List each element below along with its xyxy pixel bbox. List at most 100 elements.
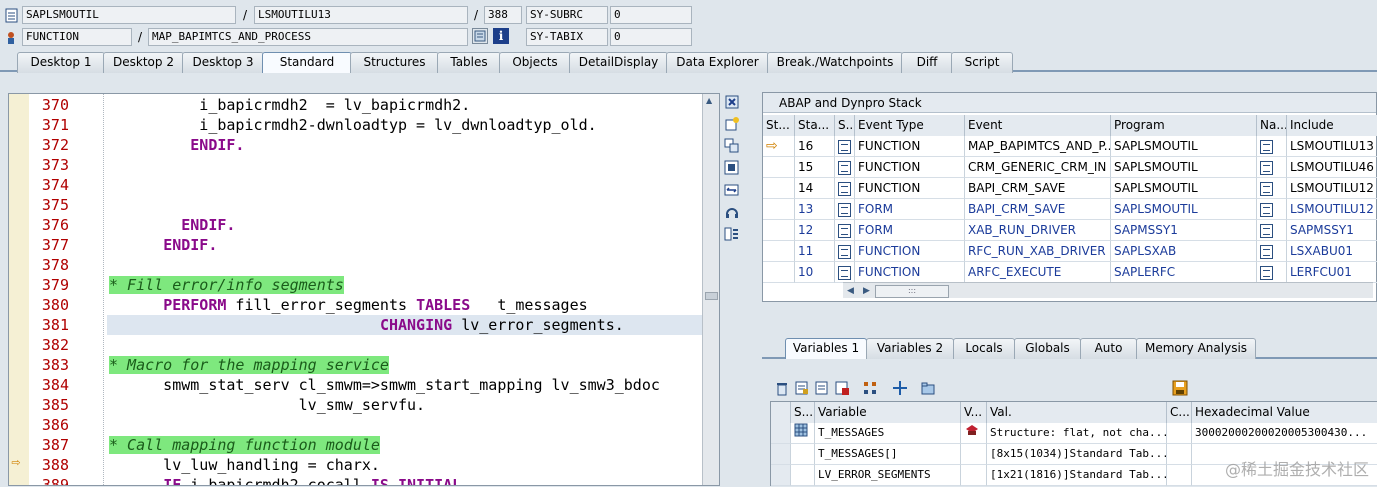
- line-number-field[interactable]: 388: [484, 6, 522, 24]
- tab-desktop-3[interactable]: Desktop 3: [182, 52, 264, 73]
- stack-row[interactable]: 15 FUNCTION CRM_GENERIC_CRM_IN SAPLSMOUTIL L…: [763, 157, 1377, 178]
- tab-data-explorer[interactable]: Data Explorer: [666, 52, 769, 73]
- navigate-icon[interactable]: [1260, 244, 1273, 259]
- save-variables-icon[interactable]: [794, 380, 810, 396]
- code-line[interactable]: * Macro for the mapping service: [109, 355, 389, 375]
- stack-row[interactable]: 11 FUNCTION RFC_RUN_XAB_DRIVER SAPLSXAB LSXA…: [763, 241, 1377, 262]
- code-line[interactable]: PERFORM fill_error_segments TABLES t_mes…: [109, 295, 587, 315]
- structure-view-icon[interactable]: [964, 425, 980, 440]
- breakpoint-gutter[interactable]: [9, 94, 30, 485]
- stack-horizontal-scrollbar[interactable]: ◀ ▶ :::: [843, 282, 1373, 298]
- scroll-thumb[interactable]: [705, 292, 718, 300]
- code-line[interactable]: CHANGING lv_error_segments.: [109, 315, 624, 335]
- sysvar1-value-field[interactable]: 0: [610, 6, 692, 24]
- variables-column-header[interactable]: Val.: [987, 402, 1167, 423]
- variable-row[interactable]: T_MESSAGES Structure: flat, not cha... 300…: [771, 423, 1377, 444]
- hierarchy-icon[interactable]: [862, 380, 878, 396]
- row-selector[interactable]: [771, 423, 791, 444]
- move-icon[interactable]: [892, 380, 908, 396]
- delete-variable-icon[interactable]: [834, 380, 850, 396]
- stack-column-header[interactable]: Event Type: [855, 115, 965, 136]
- services-icon[interactable]: [724, 204, 740, 220]
- navigate-icon[interactable]: [1260, 181, 1273, 196]
- editor-vertical-scrollbar[interactable]: ▲: [702, 94, 719, 485]
- code-line[interactable]: i_bapicrmdh2 = lv_bapicrmdh2.: [109, 95, 470, 115]
- settings-icon[interactable]: [724, 226, 740, 242]
- tab-script[interactable]: Script: [951, 52, 1013, 73]
- stack-row[interactable]: 14 FUNCTION BAPI_CRM_SAVE SAPLSMOUTIL LSMOUT…: [763, 178, 1377, 199]
- tab-memory-analysis[interactable]: Memory Analysis: [1136, 338, 1256, 359]
- tab-tables[interactable]: Tables: [437, 52, 501, 73]
- delete-icon[interactable]: [774, 380, 790, 396]
- code-line[interactable]: * Fill error/info segments: [109, 275, 344, 295]
- sysvar2-name-field[interactable]: SY-TABIX: [526, 28, 608, 46]
- close-icon[interactable]: [724, 95, 740, 111]
- variables-column-header[interactable]: C...: [1167, 402, 1192, 423]
- variables-column-header[interactable]: Hexadecimal Value: [1192, 402, 1377, 423]
- open-folder-icon[interactable]: [920, 380, 936, 396]
- tab-locals[interactable]: Locals: [953, 338, 1015, 359]
- sysvar2-value-field[interactable]: 0: [610, 28, 692, 46]
- stack-row[interactable]: 12 FORM XAB_RUN_DRIVER SAPMSSY1 SAPMSSY1: [763, 220, 1377, 241]
- stack-column-header[interactable]: Event: [965, 115, 1111, 136]
- tab-structures[interactable]: Structures: [350, 52, 439, 73]
- object-list-icon[interactable]: [472, 28, 488, 44]
- info-icon[interactable]: i: [493, 28, 509, 44]
- event-name-field[interactable]: MAP_BAPIMTCS_AND_PROCESS: [148, 28, 468, 46]
- stack-column-header[interactable]: S...: [835, 115, 855, 136]
- stack-column-header[interactable]: Program: [1111, 115, 1257, 136]
- code-area[interactable]: i_bapicrmdh2 = lv_bapicrmdh2. i_bapicrmd…: [91, 94, 707, 485]
- variables-column-header[interactable]: V...: [961, 402, 987, 423]
- code-line[interactable]: ENDIF.: [109, 215, 235, 235]
- scroll-up-icon[interactable]: ▲: [706, 96, 712, 105]
- program-field[interactable]: SAPLSMOUTIL: [22, 6, 236, 24]
- sysvar1-name-field[interactable]: SY-SUBRC: [526, 6, 608, 24]
- navigate-icon[interactable]: [1260, 202, 1273, 217]
- replace-tool-icon[interactable]: [724, 138, 740, 154]
- tab-desktop-2[interactable]: Desktop 2: [103, 52, 184, 73]
- variables-column-header[interactable]: S...: [791, 402, 815, 423]
- code-line[interactable]: lv_luw_handling = charx.: [109, 455, 380, 475]
- tab-globals[interactable]: Globals: [1014, 338, 1081, 359]
- hscroll-thumb[interactable]: :::: [875, 285, 949, 298]
- variables-row-selector-header[interactable]: [771, 402, 791, 423]
- stack-row[interactable]: ⇨ 16 FUNCTION MAP_BAPIMTCS_AND_P... SAPLSMOU…: [763, 136, 1377, 157]
- row-selector[interactable]: [771, 444, 791, 465]
- source-code-editor[interactable]: 370 371 372 373 374 375 376 377 378 379 380 381 382 3…: [8, 93, 720, 486]
- tab-variables-2[interactable]: Variables 2: [866, 338, 954, 359]
- maximize-icon[interactable]: [724, 160, 740, 176]
- code-line[interactable]: * Call mapping function module: [109, 435, 380, 455]
- navigate-icon[interactable]: [1260, 139, 1273, 154]
- scroll-left-icon[interactable]: ◀: [847, 283, 854, 299]
- stack-row[interactable]: 10 FUNCTION ARFC_EXECUTE SAPLERFC LERFCU01: [763, 262, 1377, 283]
- code-line[interactable]: ENDIF.: [109, 235, 217, 255]
- code-line[interactable]: lv_smw_servfu.: [109, 395, 425, 415]
- row-selector[interactable]: [771, 465, 791, 486]
- code-line[interactable]: smwm_stat_serv cl_smwm=>smwm_start_mappi…: [109, 375, 660, 395]
- code-line[interactable]: ENDIF.: [109, 135, 244, 155]
- tab-standard[interactable]: Standard: [262, 52, 352, 73]
- code-line[interactable]: IF i_bapicrmdh2-cocall IS INITIAL.: [109, 475, 470, 485]
- include-field[interactable]: LSMOUTILU13: [254, 6, 468, 24]
- stack-column-header[interactable]: St...: [763, 115, 795, 136]
- tab-break-watchpoints[interactable]: Break./Watchpoints: [767, 52, 903, 73]
- stack-column-header[interactable]: Na...: [1257, 115, 1287, 136]
- swap-icon[interactable]: [724, 182, 740, 198]
- navigate-icon[interactable]: [1260, 265, 1273, 280]
- tab-variables-1[interactable]: Variables 1: [785, 338, 867, 359]
- tab-detail-display[interactable]: DetailDisplay: [569, 52, 668, 73]
- new-tool-icon[interactable]: [724, 116, 740, 132]
- load-variables-icon[interactable]: [814, 380, 830, 396]
- tab-auto[interactable]: Auto: [1080, 338, 1137, 359]
- tab-diff[interactable]: Diff: [901, 52, 953, 73]
- navigate-icon[interactable]: [1260, 223, 1273, 238]
- tab-objects[interactable]: Objects: [499, 52, 571, 73]
- scroll-right-icon[interactable]: ▶: [863, 283, 870, 299]
- variables-column-header[interactable]: Variable: [815, 402, 961, 423]
- disk-save-icon[interactable]: [1172, 380, 1188, 396]
- navigate-icon[interactable]: [1260, 160, 1273, 175]
- stack-column-header[interactable]: Sta...: [795, 115, 835, 136]
- code-line[interactable]: i_bapicrmdh2-dwnloadtyp = lv_dwnloadtyp_…: [109, 115, 596, 135]
- event-type-field[interactable]: FUNCTION: [22, 28, 132, 46]
- stack-row[interactable]: 13 FORM BAPI_CRM_SAVE SAPLSMOUTIL LSMOUTILU1…: [763, 199, 1377, 220]
